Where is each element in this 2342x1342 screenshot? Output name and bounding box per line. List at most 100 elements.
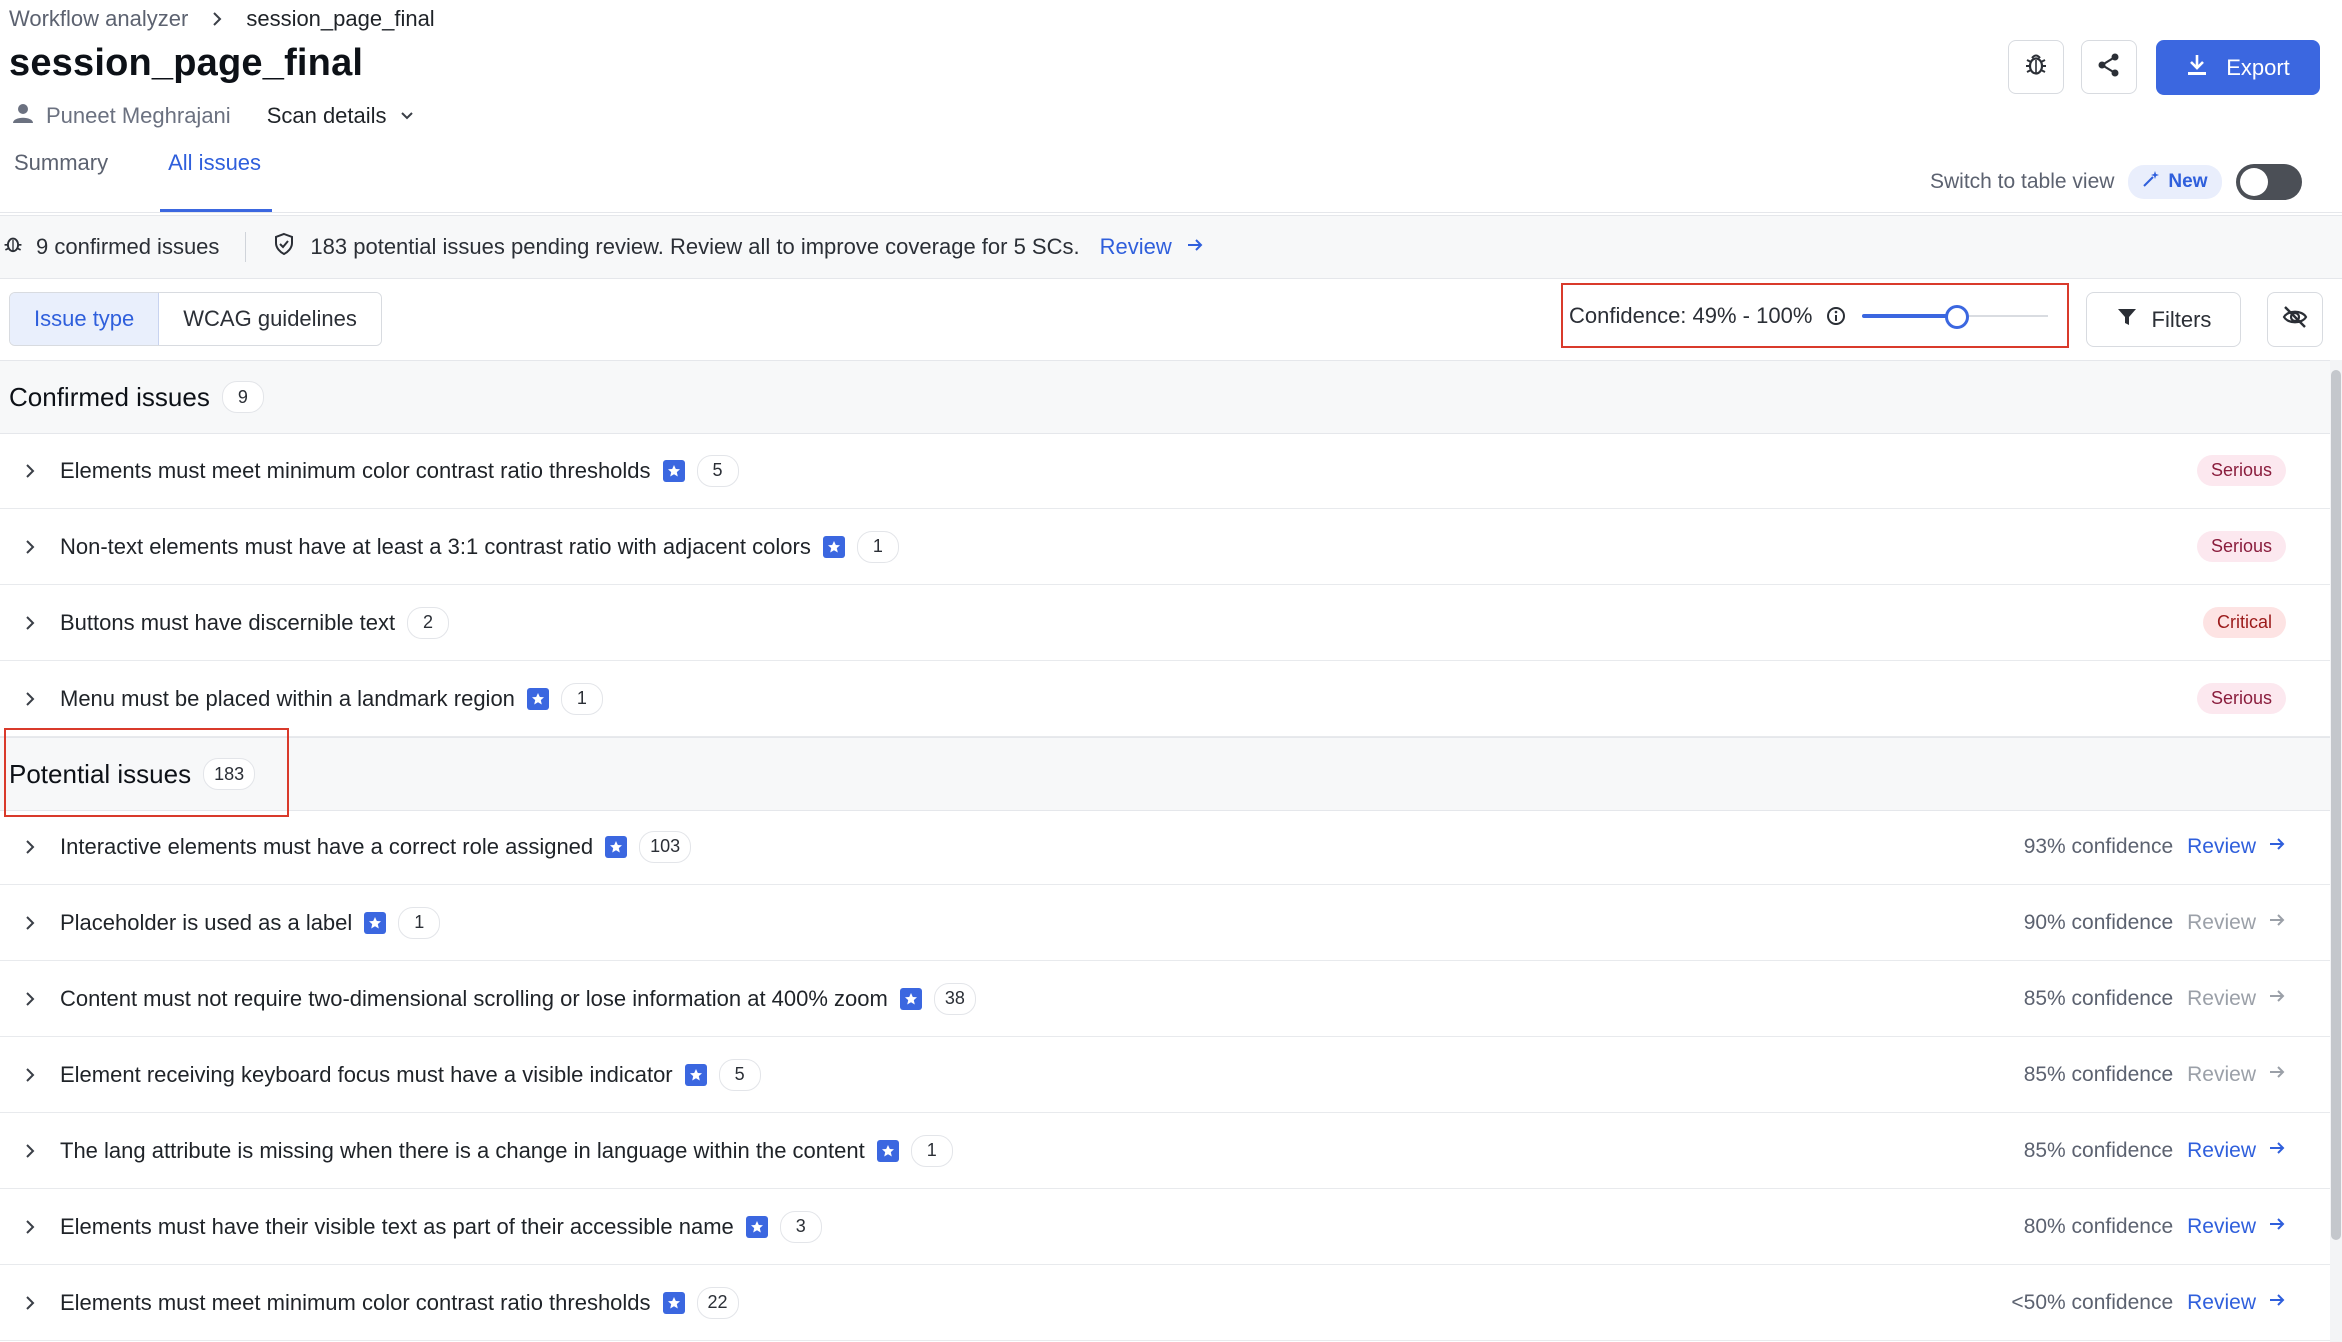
- potential-issue-row[interactable]: Elements must have their visible text as…: [0, 1189, 2330, 1265]
- info-icon[interactable]: [1826, 306, 1846, 326]
- highlight-box: [4, 728, 289, 817]
- star-icon: [684, 1063, 707, 1086]
- severity-badge: Serious: [2196, 683, 2286, 714]
- confirmed-issue-row[interactable]: Non-text elements must have at least a 3…: [0, 509, 2330, 585]
- review-link[interactable]: Review: [2187, 911, 2286, 935]
- review-link[interactable]: Review: [2187, 1215, 2286, 1239]
- scan-details-label: Scan details: [266, 103, 387, 128]
- table-view-toggle[interactable]: [2235, 164, 2302, 200]
- report-bug-button[interactable]: [2008, 40, 2064, 94]
- slider-fill: [1862, 313, 1956, 318]
- breadcrumb-parent[interactable]: Workflow analyzer: [9, 6, 188, 32]
- star-icon: [364, 911, 387, 934]
- severity-badge: Critical: [2202, 607, 2286, 638]
- expand-chevron-icon[interactable]: [0, 463, 60, 479]
- star-icon: [526, 687, 549, 710]
- expand-chevron-icon[interactable]: [0, 1143, 60, 1159]
- review-label: Review: [2187, 1062, 2256, 1086]
- potential-issues-text: 183 potential issues pending review. Rev…: [310, 234, 1080, 259]
- slider-thumb[interactable]: [1945, 304, 1970, 329]
- segment-issue-type[interactable]: Issue type: [10, 293, 160, 345]
- expand-chevron-icon[interactable]: [0, 1067, 60, 1083]
- filters-label: Filters: [2151, 306, 2212, 332]
- issue-count: 103: [639, 830, 692, 863]
- arrow-right-icon: [2268, 987, 2286, 1011]
- confirmed-issue-row[interactable]: Elements must meet minimum color contras…: [0, 433, 2330, 509]
- eye-off-icon: [2281, 303, 2309, 336]
- issue-title: Non-text elements must have at least a 3…: [60, 533, 811, 559]
- arrow-right-icon: [2268, 1215, 2286, 1239]
- tab-summary[interactable]: Summary: [14, 150, 108, 214]
- share-button[interactable]: [2081, 40, 2137, 94]
- review-all-link[interactable]: Review: [1100, 234, 1172, 260]
- issue-count: 1: [856, 530, 899, 563]
- user-icon: [12, 102, 34, 130]
- arrow-right-icon: [2268, 1291, 2286, 1315]
- star-icon: [662, 1291, 685, 1314]
- issue-title: Element receiving keyboard focus must ha…: [60, 1061, 673, 1087]
- potential-status: 183 potential issues pending review. Rev…: [272, 232, 1203, 262]
- section-title: Confirmed issues: [9, 381, 210, 412]
- issue-count: 1: [910, 1134, 953, 1167]
- potential-issue-row[interactable]: Elements must meet minimum color contras…: [0, 1265, 2330, 1341]
- review-link[interactable]: Review: [2187, 1291, 2286, 1315]
- issue-count: 1: [560, 682, 603, 715]
- star-icon: [822, 535, 845, 558]
- share-icon: [2096, 52, 2122, 83]
- review-link[interactable]: Review: [2187, 987, 2286, 1011]
- issue-count: 38: [933, 982, 976, 1015]
- scrollbar-thumb[interactable]: [2331, 370, 2341, 1240]
- issue-title: Elements must meet minimum color contras…: [60, 1289, 651, 1315]
- review-link[interactable]: Review: [2187, 1063, 2286, 1087]
- potential-issue-row[interactable]: The lang attribute is missing when there…: [0, 1113, 2330, 1189]
- confidence-value: 85% confidence: [2023, 1062, 2174, 1086]
- star-icon: [605, 835, 628, 858]
- chevron-right-icon: [206, 8, 228, 30]
- export-button[interactable]: Export: [2156, 40, 2320, 95]
- arrow-right-icon: [1186, 234, 1204, 260]
- expand-chevron-icon[interactable]: [0, 839, 60, 855]
- review-link[interactable]: Review: [2187, 1139, 2286, 1163]
- potential-issue-row[interactable]: Content must not require two-dimensional…: [0, 961, 2330, 1037]
- scan-details-dropdown[interactable]: Scan details: [267, 103, 415, 129]
- arrow-right-icon: [2268, 1063, 2286, 1087]
- confidence-slider[interactable]: [1862, 304, 2049, 329]
- table-view-label: Switch to table view: [1930, 170, 2115, 193]
- expand-chevron-icon[interactable]: [0, 615, 60, 631]
- expand-chevron-icon[interactable]: [0, 539, 60, 555]
- app-root: Workflow analyzer session_page_final ses…: [0, 0, 2342, 1342]
- confirmed-issues-header: Confirmed issues 9: [0, 360, 2330, 434]
- tab-all-issues[interactable]: All issues: [168, 150, 261, 214]
- hide-toggle-button[interactable]: [2267, 292, 2323, 347]
- confirmed-issue-row[interactable]: Menu must be placed within a landmark re…: [0, 661, 2330, 737]
- review-link[interactable]: Review: [2187, 835, 2286, 859]
- issue-title: Interactive elements must have a correct…: [60, 833, 594, 859]
- potential-issue-row[interactable]: Element receiving keyboard focus must ha…: [0, 1037, 2330, 1113]
- filter-icon: [2116, 306, 2138, 334]
- review-label: Review: [2187, 1214, 2256, 1238]
- issue-count: 5: [718, 1058, 761, 1091]
- expand-chevron-icon[interactable]: [0, 691, 60, 707]
- issue-count: 1: [398, 906, 441, 939]
- issue-title: Content must not require two-dimensional…: [60, 985, 888, 1011]
- expand-chevron-icon[interactable]: [0, 991, 60, 1007]
- sparkle-icon: [2142, 170, 2160, 194]
- expand-chevron-icon[interactable]: [0, 1295, 60, 1311]
- review-label: Review: [2187, 1138, 2256, 1162]
- review-label: Review: [2187, 910, 2256, 934]
- confidence-value: 85% confidence: [2023, 1138, 2174, 1162]
- issue-count: 2: [407, 606, 450, 639]
- issue-count: 22: [696, 1286, 739, 1319]
- confirmed-issue-row[interactable]: Buttons must have discernible text 2 Criti…: [0, 585, 2330, 661]
- expand-chevron-icon[interactable]: [0, 1219, 60, 1235]
- potential-issue-row[interactable]: Interactive elements must have a correct…: [0, 809, 2330, 885]
- arrow-right-icon: [2268, 1139, 2286, 1163]
- segment-wcag-guidelines[interactable]: WCAG guidelines: [159, 293, 381, 345]
- filters-button[interactable]: Filters: [2086, 292, 2241, 347]
- issue-count: 3: [779, 1210, 822, 1243]
- star-icon: [745, 1215, 768, 1238]
- potential-issue-row[interactable]: Placeholder is used as a label 1 90% confi…: [0, 885, 2330, 961]
- section-count: 9: [221, 381, 264, 413]
- expand-chevron-icon[interactable]: [0, 915, 60, 931]
- bug-icon: [2, 233, 24, 261]
